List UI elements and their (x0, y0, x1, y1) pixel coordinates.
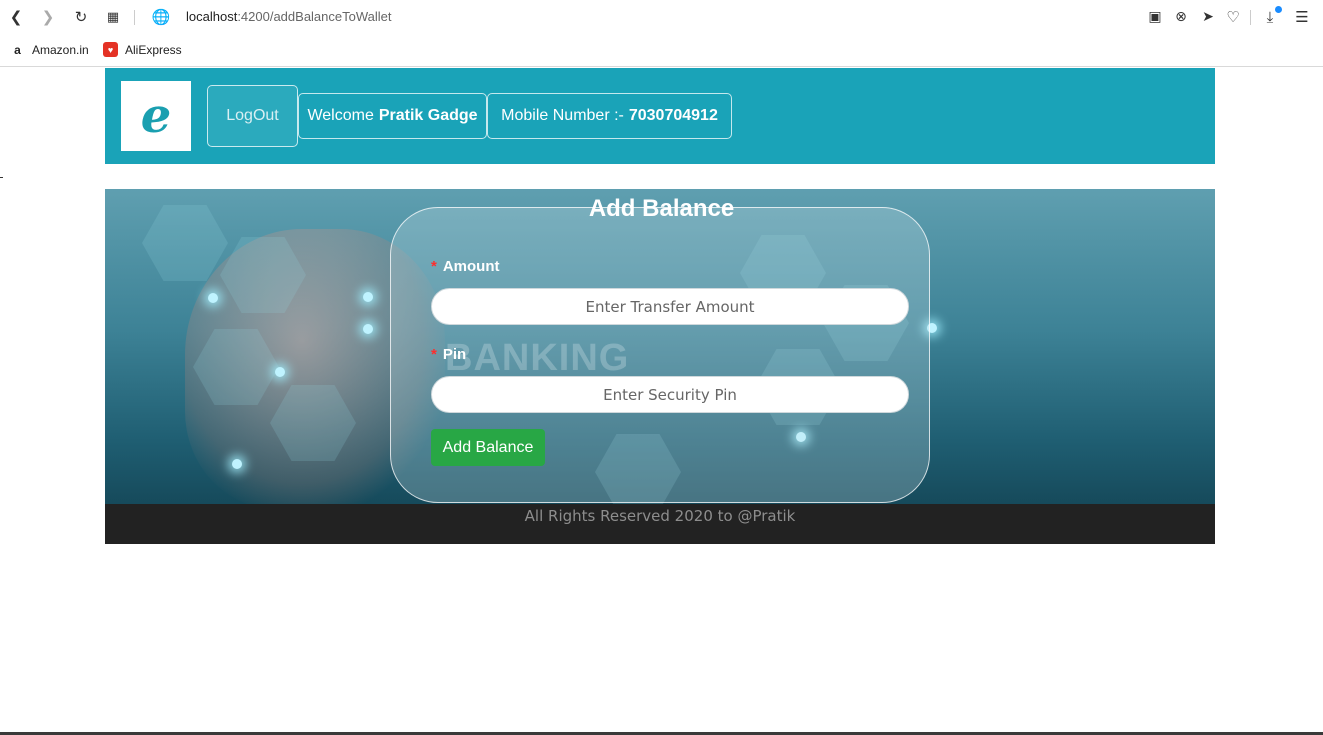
address-bar[interactable]: localhost:4200/addBalanceToWallet (186, 9, 392, 24)
app-header: e LogOut Welcome Pratik Gadge Mobile Num… (105, 68, 1215, 164)
logo-letter: e (140, 88, 172, 144)
required-mark: * (431, 258, 437, 275)
bookmark-label: AliExpress (125, 42, 182, 57)
footer-copyright: All Rights Reserved 2020 to @Pratik (524, 507, 796, 525)
forward-icon[interactable]: ❯ (38, 7, 58, 27)
required-mark: * (431, 346, 437, 363)
tabs-grid-icon[interactable]: ▦ (103, 7, 123, 27)
bookmark-amazon[interactable]: a Amazon.in (10, 42, 89, 57)
reload-icon[interactable]: ↻ (71, 7, 91, 27)
page-footer: All Rights Reserved 2020 to @Pratik (105, 504, 1215, 544)
toolbar-divider (134, 10, 135, 25)
amazon-icon: a (14, 42, 21, 57)
edge-mark (0, 177, 3, 178)
glow-dot (275, 367, 285, 377)
logout-button[interactable]: LogOut (207, 85, 298, 147)
glow-dot (363, 292, 373, 302)
glow-dot (363, 324, 373, 334)
send-icon[interactable]: ➤ (1198, 7, 1218, 27)
bookmark-label: Amazon.in (32, 42, 89, 57)
mobile-number-badge: Mobile Number :- 7030704912 (487, 93, 732, 139)
heart-icon[interactable]: ♡ (1223, 7, 1243, 27)
pin-input[interactable] (431, 376, 909, 413)
amount-label-text: Amount (442, 258, 500, 275)
form-title: Add Balance (588, 195, 735, 222)
camera-icon[interactable]: ▣ (1145, 7, 1165, 27)
app-logo: e (121, 81, 191, 151)
pin-label-text: Pin (442, 346, 467, 363)
add-balance-button[interactable]: Add Balance (431, 429, 545, 466)
browser-toolbar: ❮ ❯ ↻ ▦ 🌐 localhost:4200/addBalanceToWal… (0, 0, 1323, 34)
back-icon[interactable]: ❮ (6, 7, 26, 27)
shield-block-icon[interactable]: ⊗ (1171, 7, 1191, 27)
welcome-badge: Welcome Pratik Gadge (298, 93, 487, 139)
url-host: localhost (186, 9, 238, 24)
glow-dot (208, 293, 218, 303)
welcome-prefix: Welcome (307, 107, 374, 124)
pin-label: * Pin (431, 346, 466, 363)
bookmarks-bar: a Amazon.in ♥ AliExpress (0, 34, 1323, 67)
amount-label: * Amount (431, 258, 500, 275)
toolbar-divider-2 (1250, 10, 1251, 25)
amount-input[interactable] (431, 288, 909, 325)
globe-icon: 🌐 (151, 8, 171, 26)
menu-icon[interactable]: ☰ (1292, 7, 1312, 27)
aliexpress-icon: ♥ (103, 42, 118, 57)
glow-dot (232, 459, 242, 469)
mobile-prefix: Mobile Number :- (501, 107, 624, 124)
download-notification-dot (1275, 6, 1282, 13)
url-path: :4200/addBalanceToWallet (237, 9, 392, 24)
bookmark-aliexpress[interactable]: ♥ AliExpress (103, 42, 182, 57)
mobile-number: 7030704912 (628, 107, 718, 124)
user-name: Pratik Gadge (378, 107, 478, 124)
